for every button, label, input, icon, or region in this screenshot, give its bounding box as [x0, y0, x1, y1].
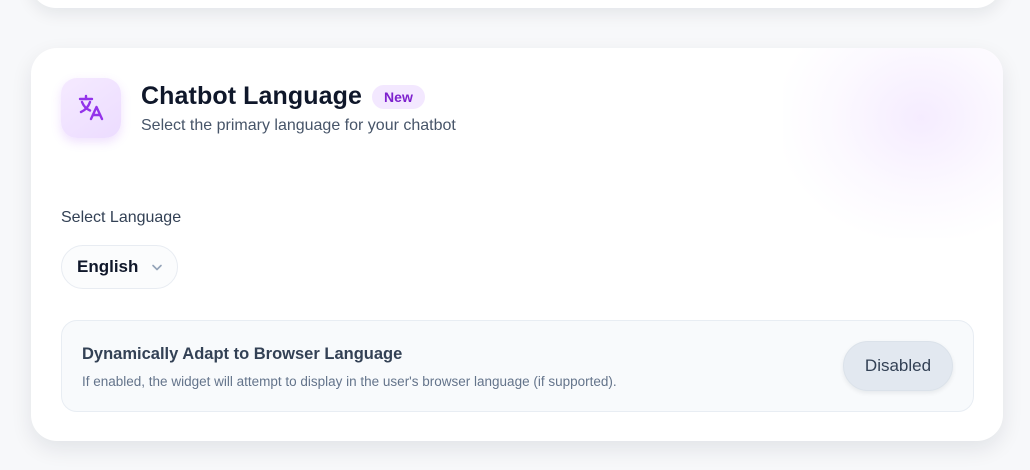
browser-language-description: If enabled, the widget will attempt to d…	[82, 374, 617, 389]
translate-icon-tile	[61, 78, 121, 138]
browser-language-toggle-button[interactable]: Disabled	[843, 341, 953, 391]
chatbot-language-card: Chatbot Language New Select the primary …	[31, 48, 1003, 441]
previous-card	[30, 0, 1002, 8]
language-select-value: English	[77, 257, 139, 276]
select-language-label: Select Language	[61, 209, 182, 226]
translate-icon	[78, 94, 104, 121]
decorative-glow	[783, 48, 1003, 238]
title-row: Chatbot Language New	[141, 82, 425, 111]
chevron-down-icon	[150, 260, 164, 274]
browser-language-setting: Dynamically Adapt to Browser Language If…	[61, 320, 974, 412]
section-subtitle: Select the primary language for your cha…	[141, 117, 456, 134]
language-select[interactable]: English	[61, 245, 178, 289]
browser-language-title: Dynamically Adapt to Browser Language	[82, 345, 403, 363]
page: Chatbot Language New Select the primary …	[0, 0, 1030, 470]
new-badge: New	[372, 84, 425, 109]
section-title: Chatbot Language	[141, 82, 363, 110]
